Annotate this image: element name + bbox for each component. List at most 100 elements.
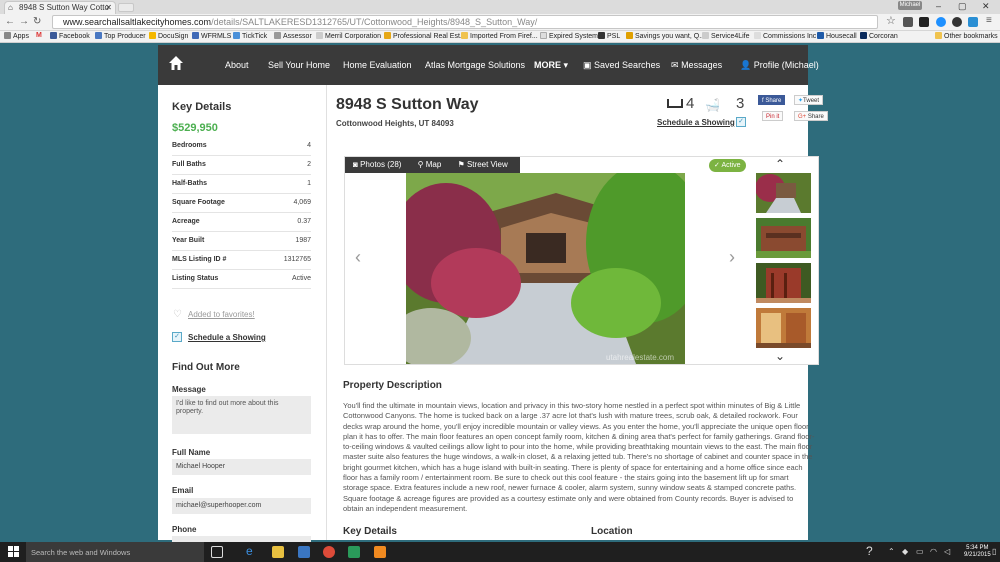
notifications-icon[interactable]: ▯ [992, 547, 996, 556]
bed-icon [667, 99, 683, 108]
favorites-link[interactable]: Added to favorites! [188, 310, 255, 319]
nav-messages[interactable]: ✉ Messages [671, 60, 722, 71]
bookmark-psl[interactable]: PSL [598, 32, 620, 40]
bookmark-savings[interactable]: Savings you want, Q... [626, 32, 705, 40]
full-name-input[interactable]: Michael Hooper [172, 459, 311, 475]
minimize-icon[interactable]: – [936, 1, 941, 11]
bookmark-expired-system[interactable]: Expired System [540, 32, 598, 40]
tab-street-view[interactable]: ⚑ Street View [450, 157, 514, 169]
volume-icon[interactable]: ◁ [944, 547, 950, 556]
calendar-check-icon[interactable]: ✓ [736, 117, 746, 127]
detail-row: Listing Status Active [172, 270, 311, 289]
thumbnail-4[interactable] [756, 308, 811, 348]
heart-icon[interactable]: ♡ [173, 309, 182, 320]
facebook-share-button[interactable]: f Share [758, 95, 786, 105]
bookmark-housecall[interactable]: Housecall [817, 32, 857, 40]
store-icon[interactable] [298, 546, 310, 558]
thumb-up-icon[interactable]: ⌃ [775, 157, 785, 171]
main-photo[interactable]: utahrealestate.com [406, 173, 685, 364]
bookmark-label: Service4Life [711, 33, 750, 40]
schedule-showing-link[interactable]: Schedule a Showing [188, 333, 266, 342]
close-window-icon[interactable]: ✕ [982, 1, 990, 12]
house-photo-image: utahrealestate.com [406, 173, 685, 364]
chrome-extension-icon[interactable] [952, 17, 962, 27]
detail-row: MLS Listing ID # 1312765 [172, 251, 311, 270]
bookmark-star-icon[interactable]: ☆ [886, 14, 896, 27]
message-textarea[interactable]: I'd like to find out more about this pro… [172, 396, 311, 434]
bookmark-facebook[interactable]: Facebook [50, 32, 90, 40]
battery-icon[interactable]: ▭ [916, 547, 924, 556]
app-taskbar-icon[interactable] [348, 546, 360, 558]
bookmark-imported-folder[interactable]: Imported From Firef... [461, 32, 538, 40]
bookmark-commissions[interactable]: Commissions Inc [754, 32, 816, 40]
nav-about[interactable]: About [225, 60, 249, 70]
listing-city-line: Cottonwood Heights, UT 84093 [336, 119, 454, 128]
browser-tab[interactable]: ⌂ 8948 S Sutton Way Cotto ✕ [4, 1, 116, 14]
photo-watermark: utahrealestate.com [606, 353, 674, 362]
calendar-check-icon[interactable]: ✓ [172, 332, 182, 342]
file-explorer-icon[interactable] [272, 546, 284, 558]
detail-row: Year Built 1987 [172, 232, 311, 251]
tray-up-icon[interactable]: ⌃ [888, 547, 895, 556]
bookmark-assessor[interactable]: Assessor [274, 32, 312, 40]
wifi-icon[interactable]: ◠ [930, 547, 937, 556]
nav-profile[interactable]: 👤 Profile (Michael) [740, 60, 819, 71]
thumbnail-1[interactable] [756, 173, 811, 213]
skype-extension-icon[interactable] [936, 17, 946, 27]
thumbnail-3[interactable] [756, 263, 811, 303]
nav-saved-searches[interactable]: ▣ Saved Searches [583, 60, 660, 71]
nav-more[interactable]: MORE ▾ [534, 60, 568, 71]
taskbar-clock[interactable]: 5:34 PM 9/21/2015 [964, 545, 991, 559]
tab-photos[interactable]: ◙ Photos (28) [345, 157, 407, 169]
reload-icon[interactable]: ↻ [33, 16, 41, 27]
site-logo-icon[interactable] [168, 55, 184, 74]
task-view-icon[interactable] [211, 546, 223, 558]
next-photo-icon[interactable]: › [729, 247, 735, 268]
app2-taskbar-icon[interactable] [374, 546, 386, 558]
bookmark-corcoran[interactable]: Corcoran [860, 32, 898, 40]
gmail-bookmark-icon[interactable]: M [36, 32, 42, 39]
prev-photo-icon[interactable]: ‹ [355, 247, 361, 268]
chrome-taskbar-icon[interactable] [323, 546, 335, 558]
schedule-showing-top-link[interactable]: Schedule a Showing [657, 118, 735, 127]
thumbnail-image [756, 308, 811, 348]
email-extension-icon[interactable] [968, 17, 978, 27]
bookmark-other-folder[interactable]: Other bookmarks [935, 32, 998, 40]
thumbnail-2[interactable] [756, 218, 811, 258]
email-input[interactable]: michael@superhooper.com [172, 498, 311, 514]
bookmark-merril[interactable]: Merril Corporation [316, 32, 381, 40]
windows-start-icon[interactable] [8, 546, 19, 557]
help-icon[interactable]: ? [866, 544, 873, 558]
bookmark-top-producer[interactable]: Top Producer [95, 32, 146, 40]
edge-browser-icon[interactable]: e [246, 544, 258, 558]
bookmark-apps[interactable]: Apps [4, 32, 29, 40]
bookmark-ticktick[interactable]: TickTick [233, 32, 267, 40]
new-tab-button[interactable] [118, 3, 134, 12]
forward-icon[interactable]: → [19, 16, 29, 27]
photo-gallery: ◙ Photos (28) ⚲ Map ⚑ Street View ✓ Acti… [344, 156, 819, 365]
bookmark-wfrmls[interactable]: WFRMLS [192, 32, 231, 40]
taskbar-search-input[interactable]: Search the web and Windows [26, 542, 204, 562]
thumbnail-image [756, 218, 811, 258]
bookmark-docusign[interactable]: DocuSign [149, 32, 188, 40]
tweet-button[interactable]: ✦Tweet [794, 95, 824, 105]
bookmark-service4life[interactable]: Service4Life [702, 32, 750, 40]
menu-icon[interactable]: ≡ [986, 15, 992, 26]
dropbox-icon[interactable]: ◆ [902, 547, 908, 556]
nav-atlas-mortgage[interactable]: Atlas Mortgage Solutions [425, 60, 525, 70]
buffer-extension-icon[interactable] [919, 17, 929, 27]
nav-home-evaluation[interactable]: Home Evaluation [343, 60, 412, 70]
tab-map[interactable]: ⚲ Map [410, 157, 448, 169]
nav-sell-your-home[interactable]: Sell Your Home [268, 60, 330, 70]
profile-badge[interactable]: Michael [898, 1, 922, 10]
back-icon[interactable]: ← [5, 16, 15, 27]
address-toolbar: ← → ↻ www.searchallsaltlakecityhomes.com… [0, 14, 1000, 31]
extension-icon[interactable] [903, 17, 913, 27]
google-share-button[interactable]: G+ Share [794, 111, 828, 121]
maximize-icon[interactable]: ▢ [958, 1, 967, 12]
thumb-down-icon[interactable]: ⌄ [775, 349, 785, 363]
close-tab-icon[interactable]: ✕ [105, 3, 112, 12]
url-input[interactable]: www.searchallsaltlakecityhomes.com/detai… [52, 15, 878, 29]
pinterest-button[interactable]: Pin it [762, 111, 784, 121]
bookmark-professional-real-estate[interactable]: Professional Real Est... [384, 32, 466, 40]
